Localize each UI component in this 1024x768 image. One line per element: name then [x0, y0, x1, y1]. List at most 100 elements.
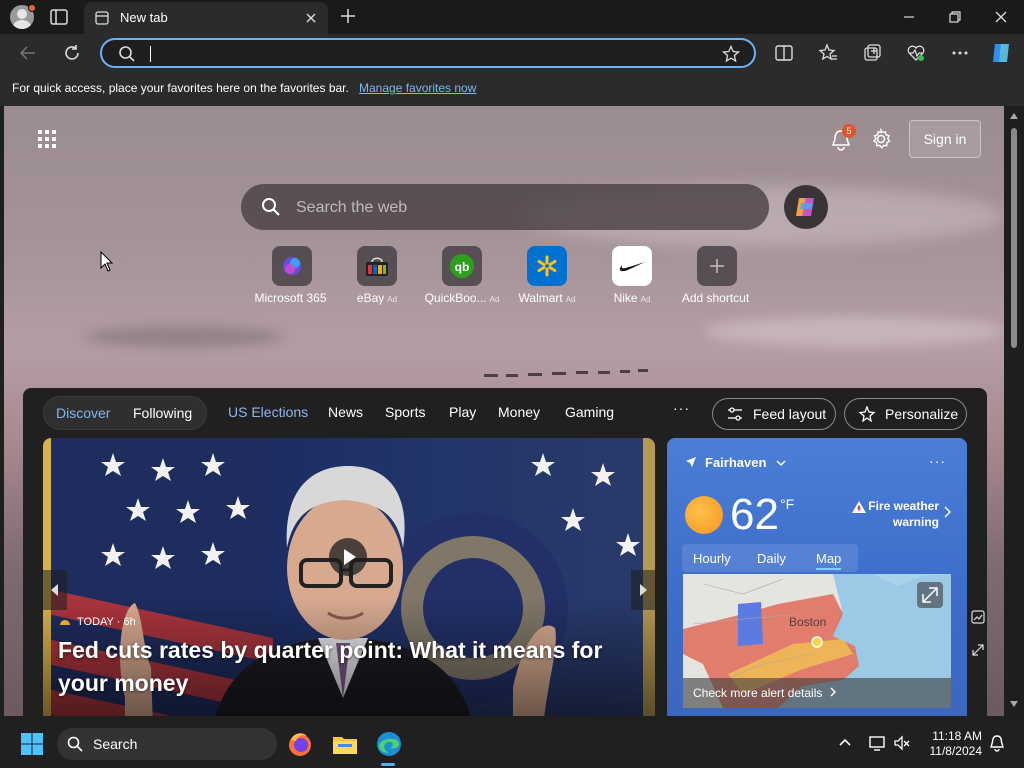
personalize-label: Personalize: [885, 406, 959, 422]
weather-card[interactable]: Fairhaven ··· 62 °F Fire weather warning…: [667, 438, 967, 716]
chevron-left-icon: [51, 584, 58, 596]
tab-actions-icon[interactable]: [50, 9, 68, 25]
shortcut-tile: [357, 246, 397, 286]
weather-more-button[interactable]: ···: [929, 453, 946, 469]
next-story-button[interactable]: [631, 570, 655, 610]
collections-icon[interactable]: [862, 43, 882, 63]
sign-in-button[interactable]: Sign in: [909, 120, 981, 158]
play-video-button[interactable]: [329, 538, 367, 576]
scroll-up-arrow-icon[interactable]: [1009, 112, 1019, 120]
shortcut-microsoft-365[interactable]: Microsoft 365: [244, 246, 340, 305]
chevron-right-icon[interactable]: [943, 506, 951, 518]
search-icon: [262, 198, 280, 216]
alert-details-link[interactable]: Check more alert details: [683, 678, 951, 708]
weather-location[interactable]: Fairhaven: [705, 455, 766, 470]
web-search-input[interactable]: [296, 198, 736, 218]
copilot-icon[interactable]: [989, 40, 1015, 66]
expand-icon[interactable]: [971, 643, 985, 657]
scrollbar-thumb[interactable]: [1011, 128, 1017, 348]
copilot-button[interactable]: [784, 185, 828, 229]
favorites-bar: For quick access, place your favorites h…: [0, 72, 1024, 106]
personalize-button[interactable]: Personalize: [844, 398, 967, 430]
more-menu-icon[interactable]: [950, 43, 970, 63]
tab-title: New tab: [120, 10, 168, 25]
favorite-star-icon[interactable]: [722, 45, 740, 63]
tab-daily[interactable]: Daily: [757, 551, 786, 566]
story-source: TODAY · 6h: [59, 616, 136, 628]
shortcut-label: eBay Ad: [329, 291, 425, 305]
shortcut-walmart[interactable]: Walmart Ad: [499, 246, 595, 305]
microsoft-365-icon: [283, 257, 301, 275]
manage-favorites-link[interactable]: Manage favorites now: [359, 81, 476, 95]
taskbar-search-box[interactable]: Search: [57, 728, 277, 760]
tab-sports[interactable]: Sports: [385, 404, 425, 420]
windows-start-icon[interactable]: [20, 732, 44, 756]
firefox-icon[interactable]: [284, 728, 316, 760]
minimize-button[interactable]: [901, 9, 917, 25]
notification-count-badge: 5: [842, 124, 856, 138]
hero-news-card[interactable]: TODAY · 6h Fed cuts rates by quarter poi…: [43, 438, 655, 716]
volume-muted-icon[interactable]: [893, 734, 911, 752]
settings-gear-icon[interactable]: [870, 128, 892, 150]
story-headline[interactable]: Fed cuts rates by quarter point: What it…: [58, 634, 638, 700]
shortcut-tile: qb: [442, 246, 482, 286]
tab-money[interactable]: Money: [498, 404, 540, 420]
close-tab-icon[interactable]: [304, 11, 318, 25]
browser-essentials-icon[interactable]: [906, 43, 926, 63]
shortcut-add[interactable]: Add shortcut: [669, 246, 765, 305]
tab-gaming[interactable]: Gaming: [565, 404, 614, 420]
shortcut-tile: [612, 246, 652, 286]
shortcut-ebay[interactable]: eBay Ad: [329, 246, 425, 305]
tab-new-tab[interactable]: New tab: [84, 2, 328, 34]
restore-button[interactable]: [947, 9, 963, 25]
taskbar-search-label: Search: [93, 736, 138, 752]
scroll-down-arrow-icon[interactable]: [1009, 700, 1019, 708]
notification-center-bell-icon[interactable]: [988, 734, 1006, 752]
tab-following[interactable]: Following: [133, 405, 192, 421]
shortcut-label: Add shortcut: [669, 291, 765, 305]
close-window-button[interactable]: [993, 9, 1009, 25]
favorites-icon[interactable]: [818, 43, 838, 63]
network-icon[interactable]: [868, 734, 886, 752]
profile-status-dot: [28, 4, 36, 12]
tab-news[interactable]: News: [328, 404, 363, 420]
screenshot-icon[interactable]: [971, 610, 985, 624]
tab-discover[interactable]: Discover: [56, 405, 110, 421]
shortcut-label-text: Microsoft 365: [254, 291, 327, 305]
previous-story-button[interactable]: [43, 570, 67, 610]
shortcut-label-text: QuickBoo...: [424, 291, 487, 305]
split-screen-icon[interactable]: [774, 43, 794, 63]
page-scrollbar[interactable]: [1004, 106, 1024, 716]
web-search-box[interactable]: [241, 184, 769, 230]
address-bar[interactable]: [100, 38, 756, 68]
shortcut-tile: [697, 246, 737, 286]
shortcut-nike[interactable]: Nike Ad: [584, 246, 680, 305]
edge-browser-icon[interactable]: [373, 728, 405, 760]
feed-layout-button[interactable]: Feed layout: [712, 398, 836, 430]
play-icon: [344, 549, 356, 565]
shortcut-quickbooks[interactable]: qb QuickBoo... Ad: [414, 246, 510, 305]
ad-label: Ad: [387, 295, 398, 304]
tab-us-elections[interactable]: US Elections: [228, 404, 308, 420]
show-hidden-icons-chevron-icon[interactable]: [836, 734, 854, 752]
weather-alert[interactable]: Fire weather warning: [849, 498, 939, 530]
system-clock[interactable]: 11:18 AM 11/8/2024: [920, 729, 983, 759]
temperature-value: 62: [730, 490, 779, 539]
file-explorer-icon[interactable]: [329, 728, 361, 760]
new-tab-favicon-icon: [95, 11, 109, 25]
sunny-weather-icon: [685, 496, 723, 534]
tab-play[interactable]: Play: [449, 404, 476, 420]
today-logo-icon: [60, 620, 70, 625]
new-tab-button[interactable]: [340, 8, 356, 24]
app-launcher-icon[interactable]: [36, 128, 58, 150]
weather-view-tabs: Hourly Daily Map: [682, 544, 858, 572]
tab-hourly[interactable]: Hourly: [693, 551, 731, 566]
story-source-name: TODAY: [77, 616, 114, 628]
refresh-icon[interactable]: [62, 43, 82, 63]
text-caret: [150, 46, 151, 62]
tab-map[interactable]: Map: [816, 551, 842, 570]
more-tabs-button[interactable]: ···: [673, 400, 690, 416]
address-input[interactable]: [148, 44, 708, 64]
chevron-down-icon[interactable]: [776, 459, 786, 467]
back-arrow-icon[interactable]: [18, 43, 38, 63]
